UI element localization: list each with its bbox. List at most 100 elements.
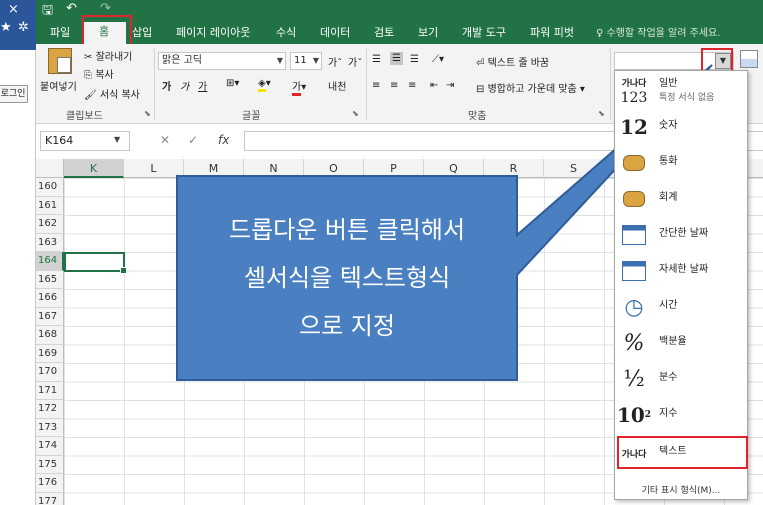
font-name-value: 맑은 고딕: [162, 55, 202, 66]
row-header[interactable]: 176: [36, 474, 64, 493]
undo-icon[interactable]: ↶: [66, 1, 77, 16]
font-group-label: 글꼴: [242, 111, 261, 122]
increase-indent-button[interactable]: ⇥: [446, 80, 454, 91]
row-header[interactable]: 165: [36, 270, 64, 289]
tab-data[interactable]: 데이터: [320, 24, 350, 40]
format-accounting[interactable]: 회계: [615, 181, 747, 217]
insert-function-icon[interactable]: fx: [218, 133, 229, 147]
format-short-date[interactable]: 간단한 날짜: [615, 217, 747, 253]
font-launcher-icon[interactable]: ⬊: [352, 109, 359, 118]
row-header[interactable]: 161: [36, 196, 64, 215]
format-currency[interactable]: 통화: [615, 145, 747, 181]
tab-file[interactable]: 파일: [50, 24, 70, 40]
selected-cell-k164[interactable]: [64, 252, 127, 274]
font-color-button[interactable]: 가▾: [292, 78, 306, 96]
tab-view[interactable]: 보기: [418, 24, 438, 40]
wrap-text-button[interactable]: ⏎ 텍스트 줄 바꿈: [476, 54, 549, 69]
phonetic-button[interactable]: 내천: [328, 78, 346, 93]
alignment-launcher-icon[interactable]: ⬊: [598, 109, 605, 118]
conditional-format-icon[interactable]: [740, 50, 758, 68]
paste-icon[interactable]: [48, 48, 72, 74]
paste-button[interactable]: 붙여넣기: [40, 78, 77, 93]
tab-home[interactable]: 홈: [82, 22, 126, 44]
column-header[interactable]: S: [544, 159, 604, 178]
align-left-button[interactable]: ≡: [372, 80, 380, 91]
select-all-corner[interactable]: [36, 159, 64, 178]
tab-developer[interactable]: 개발 도구: [462, 24, 506, 40]
redo-icon[interactable]: ↷: [100, 1, 111, 16]
more-number-formats-link[interactable]: 기타 표시 형식(M)...: [615, 483, 747, 496]
tell-me-search[interactable]: ♀ 수행할 작업을 알려 주세요.: [596, 24, 720, 39]
copy-button[interactable]: ⎘ 복사: [84, 66, 114, 81]
cut-button[interactable]: ✂ 잘라내기: [84, 48, 132, 63]
copy-icon: ⎘: [84, 70, 96, 81]
row-header[interactable]: 177: [36, 492, 64, 505]
grow-font-button[interactable]: 가ˆ: [328, 54, 342, 69]
chevron-down-icon[interactable]: ▼: [114, 135, 120, 144]
underline-button[interactable]: 가: [198, 78, 207, 93]
fill-color-button[interactable]: ◈▾: [258, 78, 271, 92]
shrink-font-button[interactable]: 가ˇ: [348, 54, 362, 69]
align-bottom-button[interactable]: ☰: [410, 54, 419, 65]
enter-icon[interactable]: ✓: [188, 133, 198, 147]
gear-icon[interactable]: ✲: [18, 20, 29, 35]
align-right-button[interactable]: ≡: [408, 80, 416, 91]
bold-button[interactable]: 가: [162, 78, 171, 93]
format-number[interactable]: 12 숫자: [615, 109, 747, 145]
border-button[interactable]: ⊞▾: [226, 78, 239, 89]
format-fraction[interactable]: ½ 분수: [615, 361, 747, 397]
font-name-select[interactable]: 맑은 고딕 ▼: [158, 52, 286, 70]
decrease-indent-button[interactable]: ⇤: [430, 80, 438, 91]
fill-color-icon: ◈: [258, 78, 266, 92]
format-painter-button[interactable]: 🖌 서식 복사: [84, 86, 140, 101]
format-long-date[interactable]: 자세한 날짜: [615, 253, 747, 289]
align-left-icon: ≡: [372, 80, 381, 91]
orientation-icon: ⟋▾: [432, 54, 445, 65]
row-header[interactable]: 173: [36, 418, 64, 437]
row-header[interactable]: 169: [36, 344, 64, 363]
row-header[interactable]: 170: [36, 363, 64, 382]
column-header[interactable]: K: [64, 159, 124, 178]
clipboard-launcher-icon[interactable]: ⬊: [144, 109, 151, 118]
callout-line-3: 으로 지정: [299, 312, 395, 340]
login-button[interactable]: 로그인: [0, 85, 28, 103]
merge-center-button[interactable]: ⊟ 병합하고 가운데 맞춤 ▾: [476, 80, 585, 95]
cancel-icon[interactable]: ✕: [160, 133, 170, 147]
row-header[interactable]: 171: [36, 381, 64, 400]
chevron-down-icon: ▼: [312, 56, 319, 65]
row-header[interactable]: 174: [36, 437, 64, 456]
row-header[interactable]: 166: [36, 289, 64, 308]
row-header[interactable]: 160: [36, 178, 64, 197]
row-header[interactable]: 175: [36, 455, 64, 474]
column-header[interactable]: L: [124, 159, 184, 178]
tab-formulas[interactable]: 수식: [276, 24, 296, 40]
format-scientific[interactable]: 10 2 지수: [615, 397, 747, 433]
close-icon[interactable]: ×: [8, 2, 19, 17]
number-format-dropdown-button[interactable]: ▼: [715, 53, 731, 69]
star-icon[interactable]: ★: [0, 20, 12, 35]
tab-page-layout[interactable]: 페이지 레이아웃: [176, 24, 250, 40]
format-percentage[interactable]: % 백분율: [615, 325, 747, 361]
align-center-button[interactable]: ≡: [390, 80, 398, 91]
row-header[interactable]: 164: [36, 252, 64, 271]
tab-power-pivot[interactable]: 파워 피벗: [530, 24, 574, 40]
align-middle-button[interactable]: ☰: [390, 52, 403, 65]
align-top-button[interactable]: ☰: [372, 54, 381, 65]
format-short-date-label: 간단한 날짜: [659, 228, 709, 239]
font-size-select[interactable]: 11 ▼: [290, 52, 322, 70]
orientation-button[interactable]: ⟋▾: [432, 54, 444, 65]
row-header[interactable]: 172: [36, 400, 64, 419]
format-time[interactable]: ◷ 시간: [615, 289, 747, 325]
row-header[interactable]: 163: [36, 233, 64, 252]
currency-icon: [619, 149, 649, 177]
row-header[interactable]: 167: [36, 307, 64, 326]
row-header[interactable]: 162: [36, 215, 64, 234]
format-text[interactable]: 가나다 텍스트: [615, 435, 747, 471]
tab-review[interactable]: 검토: [374, 24, 394, 40]
clock-icon: ◷: [624, 294, 644, 320]
row-header[interactable]: 168: [36, 326, 64, 345]
tab-insert[interactable]: 삽입: [132, 24, 152, 40]
italic-button[interactable]: 가: [180, 78, 189, 93]
border-icon: ⊞▾: [226, 78, 240, 89]
format-general[interactable]: 가나다 123 일반 특정 서식 없음: [615, 73, 747, 109]
